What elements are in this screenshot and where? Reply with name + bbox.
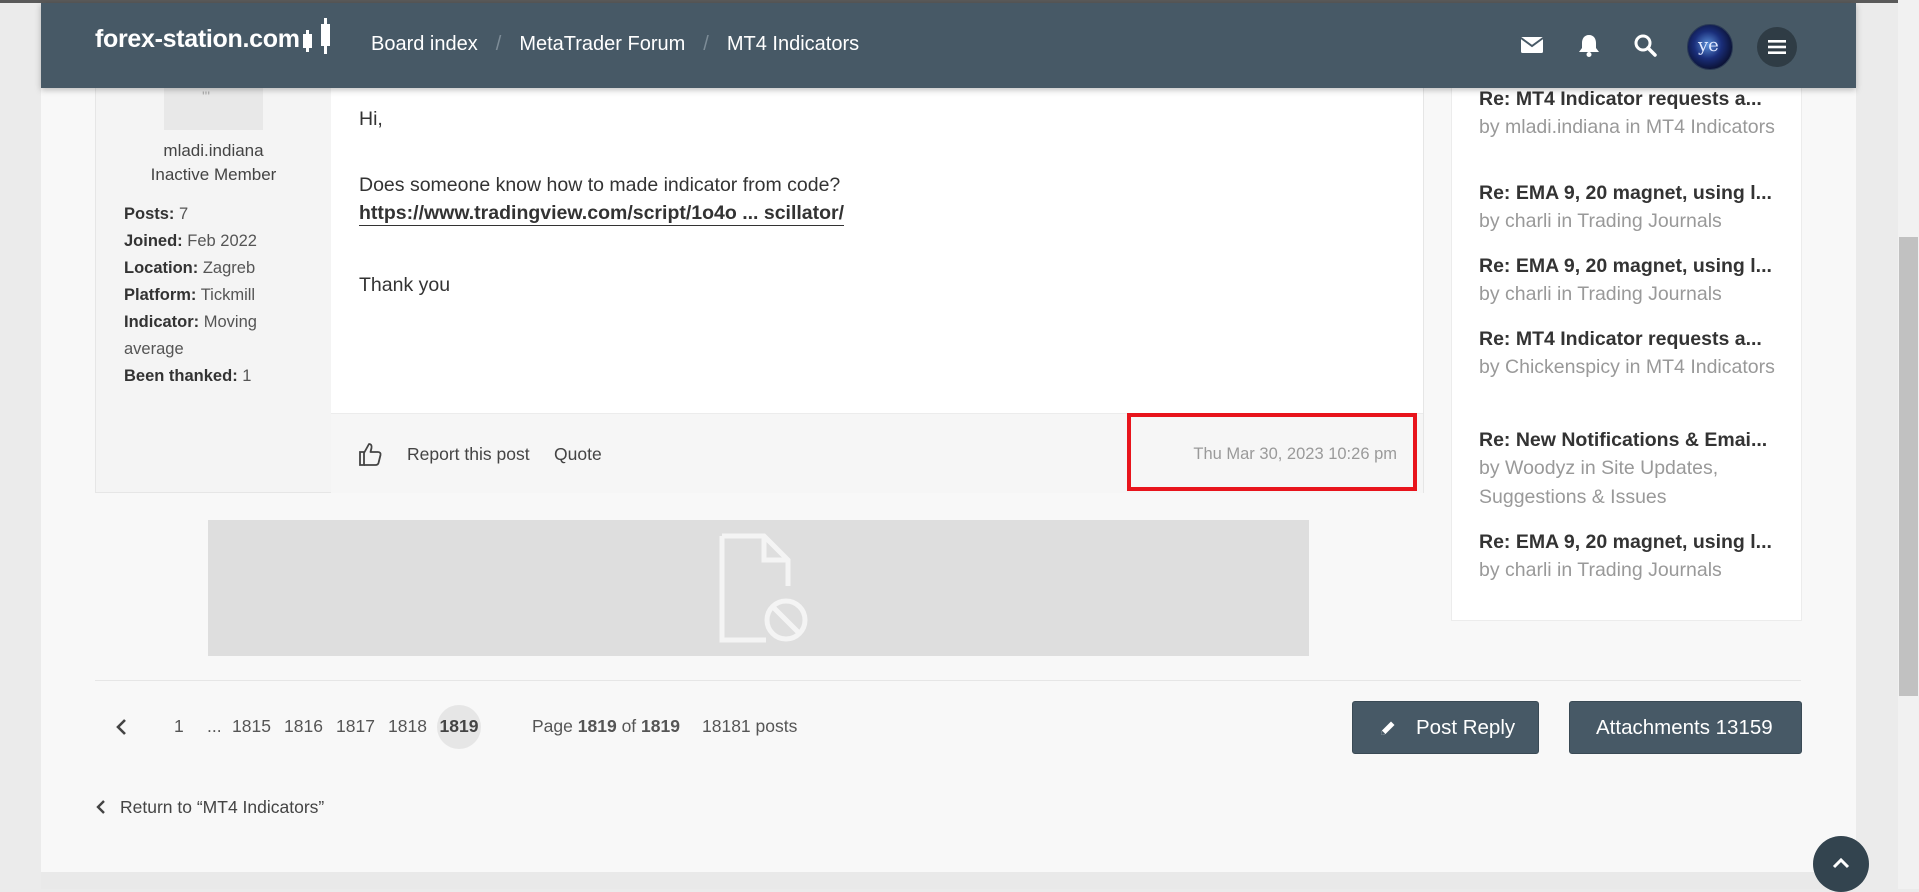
breadcrumb-separator: / bbox=[703, 33, 709, 55]
attachments-button[interactable]: Attachments 13159 bbox=[1569, 701, 1802, 754]
chevron-up-icon bbox=[1832, 857, 1850, 869]
recent-post-item[interactable]: Re: EMA 9, 20 magnet, using l... by char… bbox=[1479, 179, 1794, 236]
scroll-to-top-button[interactable] bbox=[1813, 836, 1869, 892]
site-header: forex-station.com Board index / MetaTrader… bbox=[41, 3, 1856, 88]
timestamp-highlight-box bbox=[1127, 413, 1417, 491]
recent-post-meta: by Chickenspicy in MT4 Indicators bbox=[1479, 356, 1775, 378]
recent-post-title[interactable]: Re: MT4 Indicator requests a... bbox=[1479, 325, 1794, 353]
user-avatar[interactable]: ye bbox=[1687, 24, 1733, 70]
page-link[interactable]: 1817 bbox=[336, 716, 375, 737]
thumbs-up-icon[interactable] bbox=[357, 441, 383, 467]
page-link[interactable]: 1815 bbox=[232, 716, 271, 737]
recent-post-title[interactable]: Re: EMA 9, 20 magnet, using l... bbox=[1479, 528, 1794, 556]
recent-post-meta: by charli in Trading Journals bbox=[1479, 210, 1722, 232]
author-stats: Posts: 7 Joined: Feb 2022 Location: Zagr… bbox=[124, 201, 314, 390]
page-ellipsis: ... bbox=[207, 716, 222, 736]
breadcrumb-metatrader-forum[interactable]: MetaTrader Forum bbox=[519, 33, 685, 55]
stat-joined: Joined: Feb 2022 bbox=[124, 232, 257, 250]
post-reply-button[interactable]: Post Reply bbox=[1352, 701, 1539, 754]
page-footer-band bbox=[41, 872, 1856, 889]
breadcrumb-mt4-indicators[interactable]: MT4 Indicators bbox=[727, 33, 859, 55]
stat-posts: Posts: 7 bbox=[124, 205, 189, 223]
blocked-file-icon bbox=[719, 533, 808, 643]
search-icon[interactable] bbox=[1632, 32, 1658, 58]
avatar-text: ye bbox=[1698, 35, 1719, 56]
recent-post-meta: by charli in Trading Journals bbox=[1479, 559, 1722, 581]
current-page: 1819 bbox=[437, 705, 481, 749]
recent-post-title[interactable]: Re: New Notifications & Emai... bbox=[1479, 426, 1794, 454]
breadcrumb-board-index[interactable]: Board index bbox=[371, 33, 478, 55]
envelope-icon[interactable] bbox=[1519, 32, 1545, 58]
menu-button[interactable] bbox=[1757, 27, 1797, 67]
recent-post-meta: by Woodyz in Site Updates, Suggestions &… bbox=[1479, 457, 1719, 508]
hamburger-icon bbox=[1768, 40, 1786, 54]
post-closing: Thank you bbox=[359, 274, 451, 296]
recent-post-title[interactable]: Re: EMA 9, 20 magnet, using l... bbox=[1479, 179, 1794, 207]
post-greeting: Hi, bbox=[359, 108, 383, 130]
chevron-left-icon bbox=[96, 800, 105, 814]
stat-been-thanked: Been thanked: 1 bbox=[124, 367, 252, 385]
report-post-link[interactable]: Report this post bbox=[407, 444, 530, 465]
scrollbar-thumb[interactable] bbox=[1899, 237, 1918, 696]
recent-post-title[interactable]: Re: MT4 Indicator requests a... bbox=[1479, 85, 1794, 113]
recent-post-item[interactable]: Re: EMA 9, 20 magnet, using l... by char… bbox=[1479, 252, 1794, 309]
page-link[interactable]: 1818 bbox=[388, 716, 427, 737]
quote-link[interactable]: Quote bbox=[554, 444, 602, 465]
stat-indicator: Indicator: Moving average bbox=[124, 313, 257, 358]
recent-post-title[interactable]: Re: EMA 9, 20 magnet, using l... bbox=[1479, 252, 1794, 280]
candlestick-logo-icon bbox=[303, 18, 330, 54]
page-link[interactable]: 1 bbox=[174, 716, 184, 737]
stat-platform: Platform: Tickmill bbox=[124, 286, 256, 304]
recent-post-item[interactable]: Re: EMA 9, 20 magnet, using l... by char… bbox=[1479, 528, 1794, 585]
post-content: Hi, Does someone know how to made indica… bbox=[331, 88, 1423, 413]
post-body-text: Does someone know how to made indicator … bbox=[359, 174, 841, 196]
author-avatar: ''' bbox=[164, 88, 263, 130]
post-link[interactable]: https://www.tradingview.com/script/1o4o … bbox=[359, 201, 845, 226]
page-count-text: Page 1819 of 1819 bbox=[532, 716, 680, 736]
site-logo[interactable]: forex-station.com bbox=[95, 25, 300, 54]
recent-post-meta: by mladi.indiana in MT4 Indicators bbox=[1479, 116, 1775, 138]
section-divider bbox=[95, 680, 1801, 681]
recent-post-meta: by charli in Trading Journals bbox=[1479, 283, 1722, 305]
author-rank: Inactive Member bbox=[150, 165, 277, 184]
recent-post-item[interactable]: Re: MT4 Indicator requests a... by Chick… bbox=[1479, 325, 1794, 382]
chevron-left-icon[interactable] bbox=[115, 718, 129, 736]
pencil-icon bbox=[1381, 721, 1395, 735]
author-username[interactable]: mladi.indiana bbox=[96, 141, 331, 161]
post-author-profile: ''' mladi.indiana Inactive Member Posts:… bbox=[96, 88, 331, 492]
recent-post-item[interactable]: Re: MT4 Indicator requests a... by mladi… bbox=[1479, 85, 1794, 142]
bell-icon[interactable] bbox=[1576, 32, 1602, 58]
breadcrumb: Board index / MetaTrader Forum / MT4 Indicat… bbox=[371, 33, 859, 56]
page-link[interactable]: 1816 bbox=[284, 716, 323, 737]
breadcrumb-separator: / bbox=[495, 33, 502, 55]
avatar-placeholder: ''' bbox=[202, 88, 211, 104]
blocked-image-placeholder bbox=[208, 520, 1309, 656]
recent-post-item[interactable]: Re: New Notifications & Emai... by Woody… bbox=[1479, 426, 1794, 512]
post-count: 18181 posts bbox=[702, 716, 798, 736]
stat-location: Location: Zagreb bbox=[124, 259, 256, 277]
recent-posts-sidebar: Re: MT4 Indicator requests a... by mladi… bbox=[1451, 85, 1802, 621]
